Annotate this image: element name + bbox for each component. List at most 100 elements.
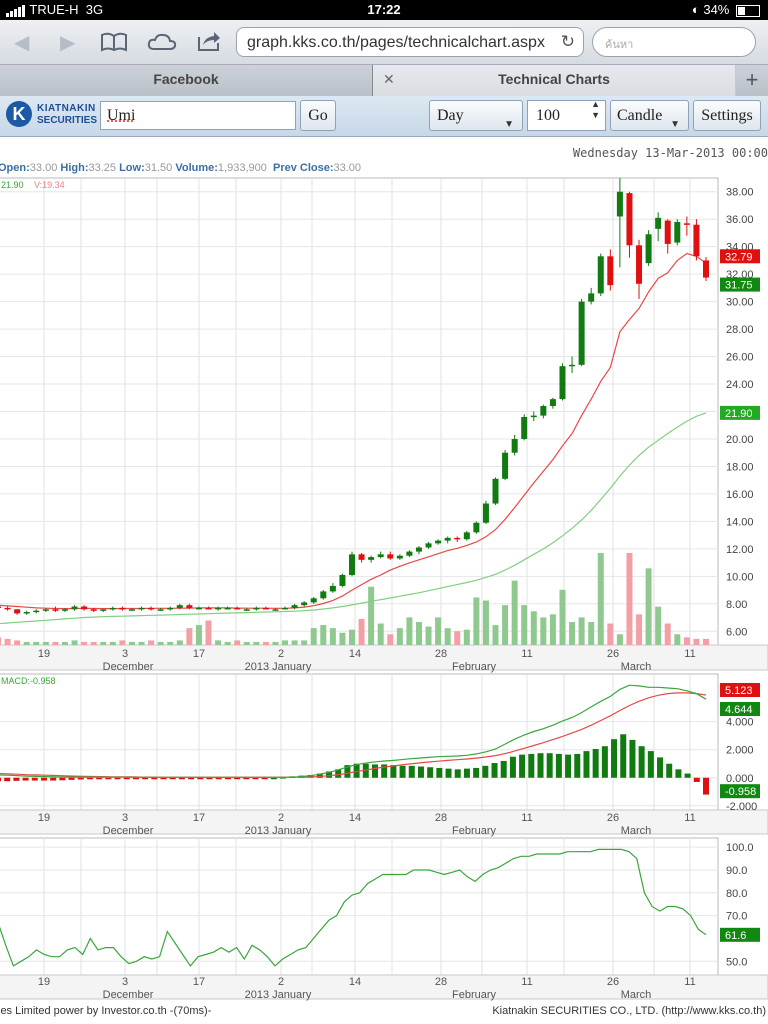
macd-histogram-bar [188, 777, 195, 780]
volume-bar [435, 617, 442, 645]
x-tick-label: 17 [193, 812, 205, 824]
y-tick-label: 24.00 [726, 379, 754, 391]
volume-bar [597, 553, 604, 645]
x-tick-label: 11 [684, 976, 695, 988]
volume-bar [81, 641, 88, 645]
candle-body [291, 605, 298, 608]
month-label: March [621, 989, 652, 1001]
macd-histogram-bar [96, 777, 103, 780]
macd-histogram-bar [592, 749, 599, 778]
volume-bar [368, 586, 375, 645]
macd-histogram-bar [261, 777, 268, 780]
month-label: December [103, 989, 154, 1001]
candle-body [377, 554, 384, 558]
candle-body [339, 574, 346, 586]
volume-bar [616, 634, 623, 645]
x-tick-label: 19 [38, 648, 50, 660]
volume-bar [578, 617, 585, 645]
volume-bar [205, 620, 212, 645]
macd-histogram-bar [417, 766, 424, 778]
candle-body [14, 609, 21, 614]
volume-bar [61, 641, 68, 645]
volume-bar [186, 628, 193, 645]
technical-chart[interactable]: 19 3 17 2 14 28 11 26 11 December 2013 January Febr… [0, 0, 768, 1004]
candle-body [4, 607, 11, 610]
macd-histogram-bar [436, 767, 443, 778]
x-tick-label: 2 [278, 648, 284, 660]
volume-bar [349, 629, 355, 645]
volume-bar [358, 618, 365, 645]
volume-bar [511, 580, 518, 645]
volume-bar [540, 617, 547, 645]
volume-bar [128, 641, 135, 645]
y-tick-label: 10.00 [726, 571, 754, 583]
macd-histogram-bar [620, 734, 627, 778]
volume-bar [396, 628, 403, 645]
candle-body [42, 609, 49, 611]
volume-bar [693, 638, 700, 645]
macd-histogram-bar [4, 777, 11, 782]
volume-bar [33, 641, 40, 645]
volume-bar [454, 631, 461, 645]
volume-bar [23, 641, 30, 645]
x-tick-label: 28 [435, 812, 447, 824]
macd-histogram-bar [408, 765, 415, 778]
month-label: December [103, 661, 154, 673]
volume-bar [215, 640, 222, 645]
macd-histogram-bar [555, 753, 562, 778]
candle-body [683, 223, 690, 225]
candle-body [176, 605, 183, 608]
macd-histogram-bar [0, 777, 1, 782]
x-tick-label: 3 [122, 648, 128, 660]
volume-bar [90, 641, 97, 645]
candle-body [282, 607, 289, 610]
footer-credit: ies Limited power by Investor.co.th -(70… [0, 1005, 212, 1017]
candle-body [530, 415, 537, 418]
macd-histogram-bar [50, 777, 57, 781]
y-tick-label: 38.00 [726, 187, 754, 199]
y-tick-label: 80.0 [726, 888, 747, 900]
volume-bar [262, 641, 269, 645]
candle-body [81, 606, 88, 610]
macd-histogram-bar [77, 777, 84, 780]
candle-body [444, 537, 451, 541]
macd-histogram-bar [114, 777, 121, 780]
x-tick-label: 2 [278, 812, 284, 824]
price-tag-label: 31.75 [725, 280, 753, 292]
macd-histogram-bar [59, 777, 66, 781]
candle-body [90, 609, 97, 611]
macd-histogram-bar [234, 777, 241, 780]
macd-histogram-bar [206, 777, 213, 780]
month-label: 2013 January [245, 989, 312, 1001]
volume-bar [42, 641, 49, 645]
y-tick-label: -2.000 [726, 801, 757, 813]
volume-bar [272, 641, 279, 645]
candle-body [262, 607, 269, 610]
candle-body [33, 610, 40, 613]
x-tick-label: 11 [521, 648, 532, 660]
macd-histogram-bar [666, 763, 673, 778]
volume-bar [148, 640, 155, 645]
volume-bar [521, 605, 528, 645]
month-label: 2013 January [245, 661, 312, 673]
macd-histogram-bar [519, 754, 526, 778]
candle-body [559, 366, 566, 400]
macd-histogram-bar [105, 777, 112, 780]
candle-body [415, 547, 422, 552]
month-label: 2013 January [245, 825, 312, 837]
macd-tag-label: 5.123 [725, 685, 753, 697]
macd-histogram-bar [565, 754, 572, 778]
macd-histogram-bar [197, 777, 204, 780]
price-tag-label: 21.90 [725, 408, 753, 420]
volume-bar [71, 640, 78, 645]
macd-histogram-bar [454, 769, 461, 778]
x-tick-label: 17 [193, 976, 205, 988]
candle-body [655, 217, 662, 229]
macd-histogram-bar [22, 777, 29, 781]
volume-bar [664, 623, 671, 645]
month-label: March [621, 825, 652, 837]
macd-histogram-bar [243, 777, 250, 780]
volume-bar [482, 600, 489, 645]
x-tick-label: 11 [521, 812, 532, 824]
candle-body [109, 607, 116, 610]
